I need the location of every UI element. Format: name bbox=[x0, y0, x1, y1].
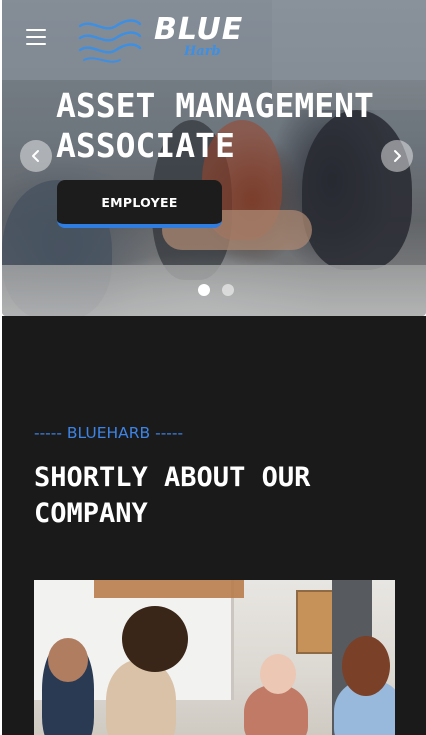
slider-prev-button[interactable] bbox=[20, 140, 52, 172]
employee-button[interactable]: EMPLOYEE bbox=[57, 180, 222, 228]
slider-next-button[interactable] bbox=[381, 140, 413, 172]
section-title: SHORTLY ABOUT OUR COMPANY bbox=[34, 462, 311, 529]
waves-icon bbox=[78, 19, 142, 63]
team-meeting-photo bbox=[34, 580, 395, 735]
slider-pagination bbox=[198, 284, 234, 296]
photo-brick-wall bbox=[94, 580, 244, 598]
about-section: ----- BLUEHARB ----- SHORTLY ABOUT OUR C… bbox=[2, 316, 426, 735]
logo-subtitle: Harb bbox=[184, 44, 221, 59]
photo-person-head bbox=[260, 654, 296, 694]
hamburger-menu-icon[interactable] bbox=[26, 29, 46, 47]
chevron-left-icon bbox=[32, 150, 39, 162]
photo-person bbox=[106, 660, 176, 735]
top-navbar: BLUE Harb bbox=[2, 0, 426, 80]
photo-person-head bbox=[342, 636, 390, 696]
site-logo[interactable]: BLUE Harb bbox=[78, 12, 268, 66]
chevron-right-icon bbox=[394, 150, 401, 162]
slider-dot-2[interactable] bbox=[222, 284, 234, 296]
photo-corkboard bbox=[296, 590, 336, 654]
section-kicker: ----- BLUEHARB ----- bbox=[34, 424, 184, 442]
logo-wordmark: BLUE bbox=[154, 12, 244, 47]
photo-person-head bbox=[122, 606, 188, 672]
photo-person-head bbox=[48, 638, 88, 682]
slider-dot-1[interactable] bbox=[198, 284, 210, 296]
hero-title: ASSET MANAGEMENT ASSOCIATE bbox=[56, 86, 374, 165]
